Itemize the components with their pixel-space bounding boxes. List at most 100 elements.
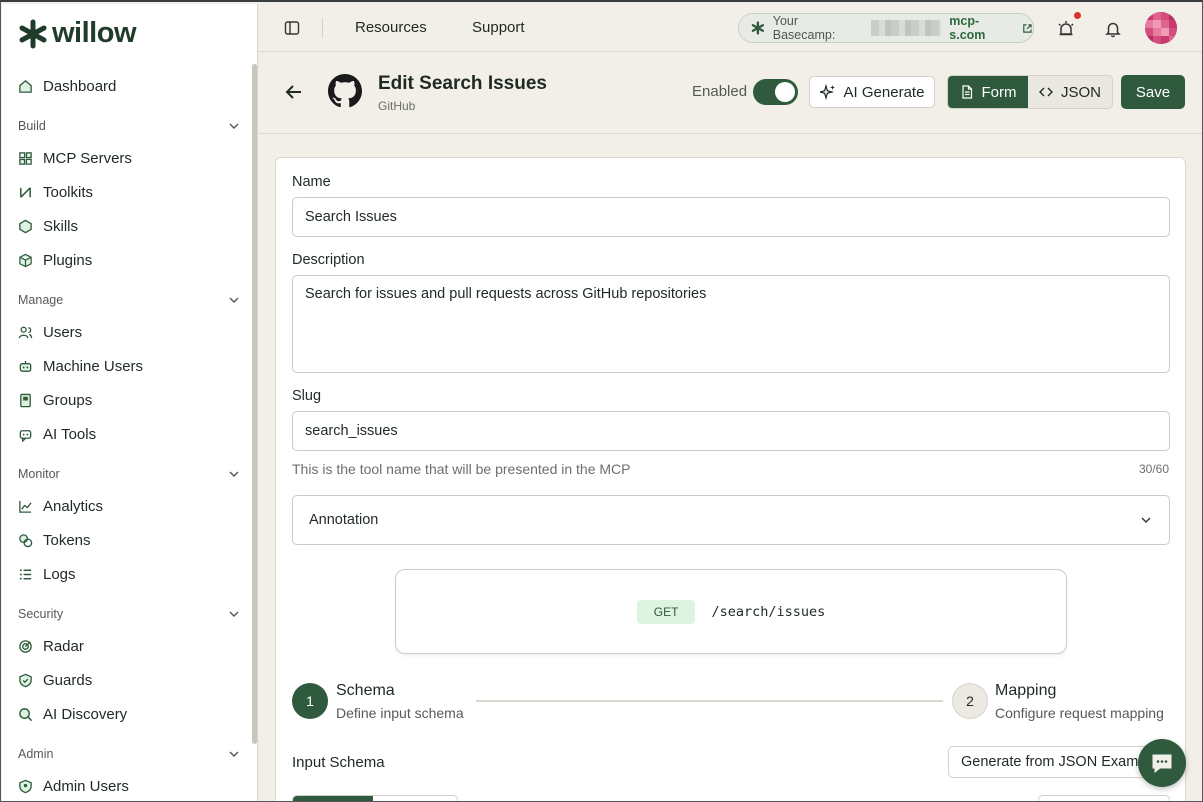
sidebar-item-groups[interactable]: Groups bbox=[18, 388, 92, 412]
sidebar-item-mcp-servers[interactable]: MCP Servers bbox=[18, 146, 132, 170]
top-bar: Resources Support Your Basecamp: mcp-s.c… bbox=[258, 4, 1202, 52]
sidebar-item-label: Plugins bbox=[43, 251, 93, 269]
section-monitor[interactable]: Monitor bbox=[18, 465, 240, 483]
sidebar-item-radar[interactable]: Radar bbox=[18, 634, 84, 658]
step-1-description: Define input schema bbox=[336, 705, 464, 721]
ai-generate-button[interactable]: AI Generate bbox=[809, 76, 935, 108]
input-schema-label: Input Schema bbox=[292, 754, 385, 771]
basecamp-pill[interactable]: Your Basecamp: mcp-s.com bbox=[738, 13, 1034, 43]
sidebar-item-tokens[interactable]: Tokens bbox=[18, 528, 91, 552]
sidebar-item-machine-users[interactable]: Machine Users bbox=[18, 354, 143, 378]
sidebar-item-guards[interactable]: Guards bbox=[18, 668, 92, 692]
sidebar-item-admin-users[interactable]: Admin Users bbox=[18, 774, 129, 798]
sidebar-item-users[interactable]: Users bbox=[18, 320, 82, 344]
section-manage[interactable]: Manage bbox=[18, 291, 240, 309]
save-button[interactable]: Save bbox=[1121, 75, 1185, 109]
annotation-accordion[interactable]: Annotation bbox=[292, 495, 1170, 545]
sidebar-item-analytics[interactable]: Analytics bbox=[18, 494, 103, 518]
file-icon bbox=[961, 85, 972, 99]
sparkles-icon bbox=[819, 84, 835, 100]
chevron-down-icon bbox=[1141, 517, 1151, 523]
generate-from-json-button[interactable]: Generate from JSON Example bbox=[948, 746, 1170, 778]
sidebar-item-ai-tools[interactable]: AI Tools bbox=[18, 422, 96, 446]
http-method-badge: GET bbox=[636, 599, 696, 624]
radar-icon bbox=[18, 639, 33, 654]
page-header: Edit Search Issues GitHub Enabled AI Gen… bbox=[258, 52, 1202, 134]
willow-mark-icon bbox=[751, 21, 764, 35]
sidebar-item-plugins[interactable]: Plugins bbox=[18, 248, 92, 272]
avatar[interactable] bbox=[1145, 12, 1177, 44]
users-icon bbox=[18, 325, 33, 340]
view-mode-toggle: Form JSON bbox=[947, 75, 1113, 109]
sidebar-item-label: Logs bbox=[43, 565, 76, 583]
chevron-down-icon bbox=[229, 751, 239, 757]
sidebar-item-toolkits[interactable]: Toolkits bbox=[18, 180, 93, 204]
sidebar-item-ai-discovery[interactable]: AI Discovery bbox=[18, 702, 127, 726]
shield-user-icon bbox=[18, 779, 33, 794]
back-arrow-icon[interactable] bbox=[284, 82, 304, 102]
sidebar: willow Dashboard Build MCP Servers Toolk… bbox=[2, 4, 258, 801]
schema-mode-toggle[interactable] bbox=[292, 795, 458, 801]
sidebar-item-label: Skills bbox=[43, 217, 79, 235]
logo-text: willow bbox=[52, 17, 137, 49]
sidebar-item-label: Machine Users bbox=[43, 357, 144, 375]
github-logo-icon bbox=[328, 74, 362, 108]
sidebar-item-skills[interactable]: Skills bbox=[18, 214, 78, 238]
sidebar-item-logs[interactable]: Logs bbox=[18, 562, 76, 586]
sidebar-item-label: Radar bbox=[43, 637, 84, 655]
code-icon bbox=[1038, 87, 1053, 97]
willow-logo-icon bbox=[19, 19, 47, 48]
description-label: Description bbox=[292, 252, 365, 268]
step-2-description: Configure request mapping bbox=[995, 705, 1164, 721]
sidebar-scrollbar[interactable] bbox=[252, 64, 257, 744]
step-2-indicator[interactable]: 2 bbox=[952, 683, 988, 719]
slug-helper-text: This is the tool name that will be prese… bbox=[292, 461, 631, 477]
step-2-title[interactable]: Mapping bbox=[995, 682, 1056, 700]
chat-support-button[interactable] bbox=[1138, 739, 1186, 787]
slug-label: Slug bbox=[292, 388, 322, 404]
servers-icon bbox=[18, 151, 33, 166]
schema-action-button[interactable] bbox=[1038, 795, 1170, 801]
schema-mode-active bbox=[293, 796, 373, 801]
sidebar-item-label: Groups bbox=[43, 391, 93, 409]
name-input[interactable] bbox=[292, 197, 1170, 237]
search-icon bbox=[18, 707, 33, 722]
chevron-down-icon bbox=[229, 471, 239, 477]
toolkit-icon bbox=[18, 185, 33, 200]
alarm-icon[interactable] bbox=[1057, 20, 1075, 38]
tab-form[interactable]: Form bbox=[948, 76, 1028, 108]
willow-logo[interactable]: willow bbox=[18, 17, 137, 50]
section-title: Manage bbox=[18, 293, 64, 307]
step-1-title[interactable]: Schema bbox=[336, 682, 395, 700]
sidebar-item-label: Admin Users bbox=[43, 777, 129, 795]
section-build[interactable]: Build bbox=[18, 117, 240, 135]
description-textarea[interactable]: Search for issues and pull requests acro… bbox=[292, 275, 1170, 373]
support-link[interactable]: Support bbox=[472, 19, 525, 36]
section-title: Security bbox=[18, 607, 64, 621]
basecamp-domain[interactable]: mcp-s.com bbox=[949, 14, 1014, 42]
sidebar-item-dashboard[interactable]: Dashboard bbox=[18, 74, 116, 98]
robot-icon bbox=[18, 359, 33, 374]
bell-icon[interactable] bbox=[1104, 20, 1122, 38]
sidebar-toggle-icon[interactable] bbox=[284, 20, 300, 36]
endpoint-card: GET /search/issues bbox=[395, 569, 1067, 654]
enabled-label: Enabled bbox=[692, 83, 748, 100]
tab-json[interactable]: JSON bbox=[1028, 76, 1112, 108]
redacted-subdomain bbox=[870, 20, 942, 36]
section-security[interactable]: Security bbox=[18, 605, 240, 623]
section-title: Monitor bbox=[18, 467, 60, 481]
chat-icon bbox=[1152, 754, 1172, 774]
slug-char-counter: 30/60 bbox=[1138, 462, 1169, 476]
shield-icon bbox=[18, 673, 33, 688]
section-admin[interactable]: Admin bbox=[18, 745, 240, 763]
notification-dot bbox=[1074, 12, 1081, 19]
divider bbox=[322, 18, 323, 38]
cube-icon bbox=[18, 253, 33, 268]
book-icon bbox=[18, 393, 33, 408]
resources-link[interactable]: Resources bbox=[355, 19, 427, 36]
enabled-toggle[interactable] bbox=[753, 79, 798, 105]
step-1-indicator[interactable]: 1 bbox=[292, 683, 328, 719]
sidebar-item-label: Dashboard bbox=[43, 77, 117, 95]
endpoint-path: /search/issues bbox=[711, 603, 826, 620]
slug-input[interactable] bbox=[292, 411, 1170, 451]
